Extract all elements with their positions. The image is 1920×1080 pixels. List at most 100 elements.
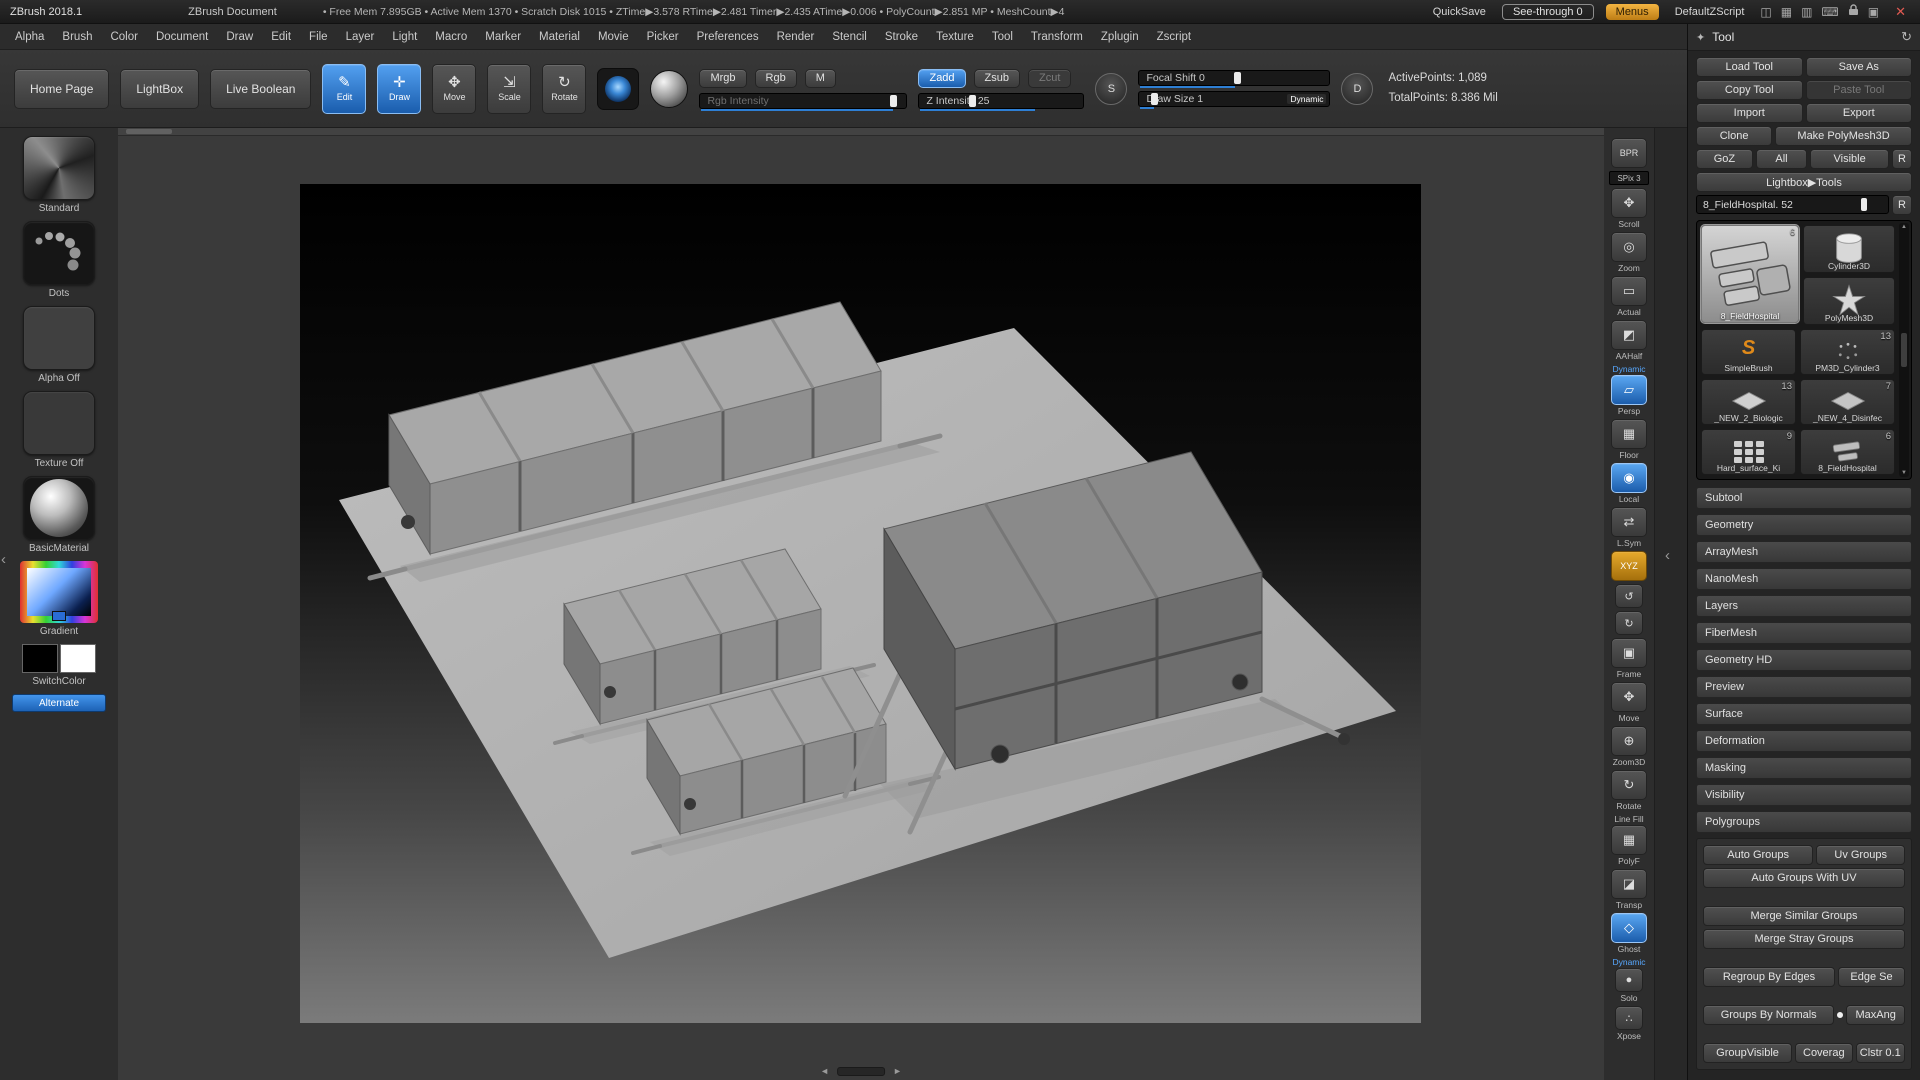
secondary-color-swatch[interactable] xyxy=(60,644,96,673)
tool-thumb-new2-biologic[interactable]: 13 _NEW_2_Biologic xyxy=(1701,379,1796,425)
uv-groups-button[interactable]: Uv Groups xyxy=(1816,845,1905,865)
section-deformation[interactable]: Deformation xyxy=(1696,730,1912,752)
save-as-button[interactable]: Save As xyxy=(1806,57,1913,77)
section-fibermesh[interactable]: FiberMesh xyxy=(1696,622,1912,644)
section-masking[interactable]: Masking xyxy=(1696,757,1912,779)
quicksave-button[interactable]: QuickSave xyxy=(1429,4,1490,20)
scroll-up-icon[interactable]: ▲ xyxy=(1901,224,1907,230)
merge-similar-groups-button[interactable]: Merge Similar Groups xyxy=(1703,906,1905,926)
focal-shift-handle[interactable] xyxy=(1234,72,1241,84)
menu-stencil[interactable]: Stencil xyxy=(823,24,876,49)
section-polygroups[interactable]: Polygroups xyxy=(1696,811,1912,833)
menu-tool[interactable]: Tool xyxy=(983,24,1022,49)
goz-button[interactable]: GoZ xyxy=(1696,149,1753,169)
menu-file[interactable]: File xyxy=(300,24,337,49)
make-polymesh3d-button[interactable]: Make PolyMesh3D xyxy=(1775,126,1912,146)
home-page-button[interactable]: Home Page xyxy=(14,69,109,109)
polyf-button[interactable]: ▦ xyxy=(1611,825,1647,855)
section-arraymesh[interactable]: ArrayMesh xyxy=(1696,541,1912,563)
paste-tool-button[interactable]: Paste Tool xyxy=(1806,80,1913,100)
left-tray-collapse-arrow[interactable]: ‹ xyxy=(1,552,6,567)
import-button[interactable]: Import xyxy=(1696,103,1803,123)
menu-picker[interactable]: Picker xyxy=(638,24,688,49)
zoom-button[interactable]: ◎ xyxy=(1611,232,1647,262)
rows-icon[interactable]: ▥ xyxy=(1801,5,1812,19)
edge-smoothness-button[interactable]: Edge Se xyxy=(1838,967,1905,987)
grid-icon[interactable]: ▦ xyxy=(1781,5,1792,19)
section-subtool[interactable]: Subtool xyxy=(1696,487,1912,509)
xpose-button[interactable]: ∴ xyxy=(1615,1006,1643,1030)
zadd-button[interactable]: Zadd xyxy=(918,69,965,88)
max-angle-slider[interactable]: MaxAng xyxy=(1846,1005,1905,1025)
material-selector[interactable] xyxy=(23,476,95,540)
scroll-left-arrow[interactable]: ◄ xyxy=(820,1066,829,1076)
z-intensity-handle[interactable] xyxy=(969,95,976,107)
thumb-scrollbar[interactable]: ▲ ▼ xyxy=(1899,223,1909,477)
persp-button[interactable]: ▱ xyxy=(1611,375,1647,405)
rgb-intensity-handle[interactable] xyxy=(890,95,897,107)
aahalf-button[interactable]: ◩ xyxy=(1611,320,1647,350)
xyz-button[interactable]: XYZ xyxy=(1611,551,1647,581)
brush-selector[interactable] xyxy=(23,136,95,200)
spin-right-button[interactable]: ↻ xyxy=(1615,611,1643,635)
mrgb-button[interactable]: Mrgb xyxy=(699,69,746,88)
regroup-by-edges-button[interactable]: Regroup By Edges xyxy=(1703,967,1835,987)
refresh-icon[interactable]: ↻ xyxy=(1901,29,1912,45)
export-button[interactable]: Export xyxy=(1806,103,1913,123)
ghost-button[interactable]: ◇ xyxy=(1611,913,1647,943)
tool-thumb-polymesh3d[interactable]: PolyMesh3D xyxy=(1803,277,1895,325)
material-preview[interactable] xyxy=(650,70,688,108)
canvas-area[interactable]: ◄ ► xyxy=(118,128,1604,1080)
merge-stray-groups-button[interactable]: Merge Stray Groups xyxy=(1703,929,1905,949)
clone-button[interactable]: Clone xyxy=(1696,126,1772,146)
tool-thumb-fieldhospital2[interactable]: 6 8_FieldHospital xyxy=(1800,429,1895,475)
rgb-intensity-slider[interactable]: Rgb Intensity xyxy=(699,93,907,109)
canvas-scrollbar-handle[interactable] xyxy=(126,129,172,134)
brush-preview[interactable] xyxy=(597,68,639,110)
section-surface[interactable]: Surface xyxy=(1696,703,1912,725)
rotate-mode-button[interactable]: ↻ Rotate xyxy=(542,64,586,114)
monitor-icon[interactable]: ▣ xyxy=(1868,5,1879,19)
lock-icon[interactable] xyxy=(1848,4,1859,19)
menu-color[interactable]: Color xyxy=(101,24,146,49)
scroll-right-arrow[interactable]: ► xyxy=(893,1066,902,1076)
primary-color-swatch[interactable] xyxy=(22,644,58,673)
draw-size-slider[interactable]: Draw Size 1 Dynamic xyxy=(1138,91,1330,107)
tool-thumb-hard-surface[interactable]: 9 Hard_surface_Ki xyxy=(1701,429,1796,475)
lsym-button[interactable]: ⇄ xyxy=(1611,507,1647,537)
zcut-button[interactable]: Zcut xyxy=(1028,69,1071,88)
tool-thumb-simplebrush[interactable]: S SimpleBrush xyxy=(1701,329,1796,375)
section-layers[interactable]: Layers xyxy=(1696,595,1912,617)
color-picker[interactable] xyxy=(20,561,98,623)
menu-render[interactable]: Render xyxy=(768,24,824,49)
tool-thumb-cylinder3d[interactable]: Cylinder3D xyxy=(1803,225,1895,273)
close-button[interactable]: ✕ xyxy=(1891,4,1910,20)
document-viewport[interactable] xyxy=(300,184,1421,1023)
goz-visible-button[interactable]: Visible xyxy=(1810,149,1889,169)
menu-brush[interactable]: Brush xyxy=(53,24,101,49)
maxangle-slider-handle[interactable] xyxy=(1837,1012,1843,1018)
texture-selector[interactable] xyxy=(23,391,95,455)
menu-preferences[interactable]: Preferences xyxy=(688,24,768,49)
menu-material[interactable]: Material xyxy=(530,24,589,49)
move-mode-button[interactable]: ✥ Move xyxy=(432,64,476,114)
scale-mode-button[interactable]: ⇲ Scale xyxy=(487,64,531,114)
z-intensity-slider[interactable]: Z Intensity 25 xyxy=(918,93,1084,109)
menu-stroke[interactable]: Stroke xyxy=(876,24,927,49)
canvas-top-scrollbar[interactable] xyxy=(118,128,1604,136)
tool-r-button[interactable]: R xyxy=(1892,195,1912,215)
alternate-button[interactable]: Alternate xyxy=(12,694,106,712)
draw-mode-button[interactable]: ✛ Draw xyxy=(377,64,421,114)
tool-palette-header[interactable]: ✦ Tool ↻ xyxy=(1688,24,1920,51)
menu-transform[interactable]: Transform xyxy=(1022,24,1092,49)
menu-macro[interactable]: Macro xyxy=(426,24,476,49)
dock-divider[interactable]: ‹ xyxy=(1654,128,1688,1080)
tool-thumb-current[interactable]: 6 8_FieldHospital xyxy=(1701,225,1799,323)
groups-by-normals-button[interactable]: Groups By Normals xyxy=(1703,1005,1834,1025)
floor-button[interactable]: ▦ xyxy=(1611,419,1647,449)
spin-left-button[interactable]: ↺ xyxy=(1615,584,1643,608)
live-boolean-button[interactable]: Live Boolean xyxy=(210,69,311,109)
auto-groups-button[interactable]: Auto Groups xyxy=(1703,845,1813,865)
color-picker-sv-area[interactable] xyxy=(27,568,91,616)
section-nanomesh[interactable]: NanoMesh xyxy=(1696,568,1912,590)
